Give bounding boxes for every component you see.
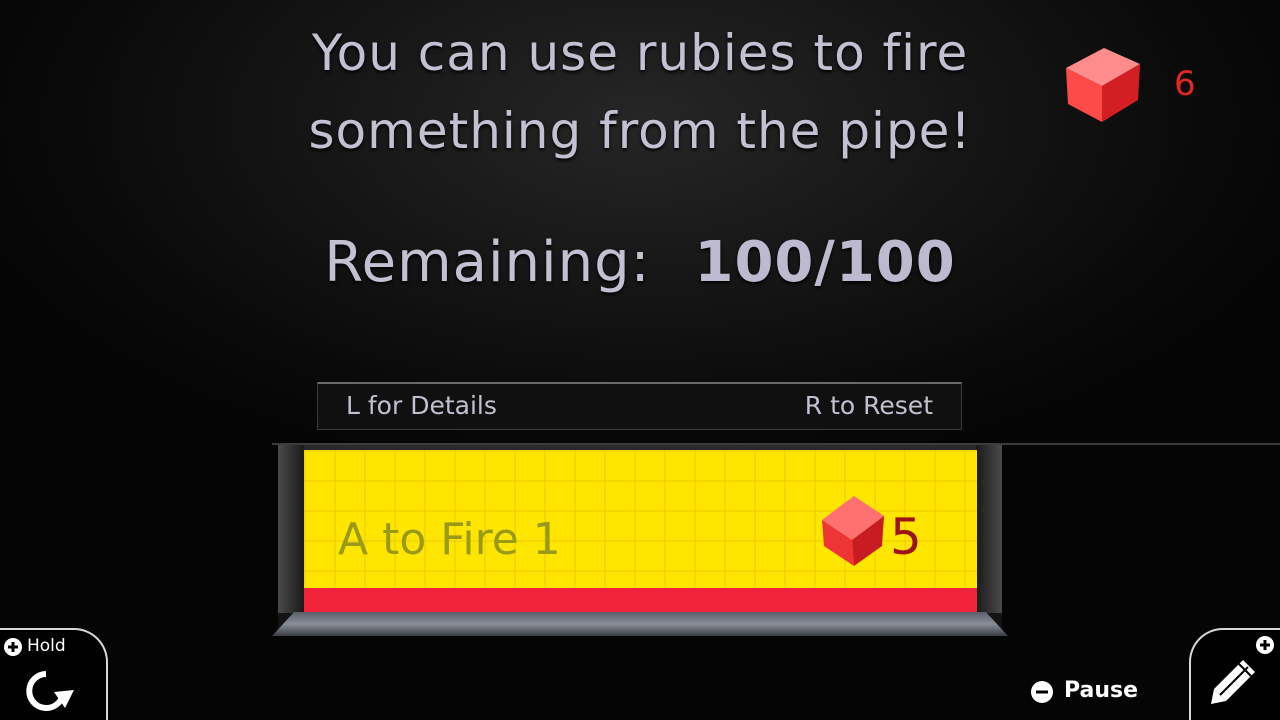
fire-cost: 5 xyxy=(890,508,922,566)
pause-label: Pause xyxy=(1064,678,1139,703)
edit-button[interactable] xyxy=(1189,628,1280,720)
rotate-icon xyxy=(26,671,74,711)
message-line-1: You can use rubies to fire xyxy=(311,24,969,82)
remaining-label: Remaining: xyxy=(324,230,651,295)
plus-button-icon xyxy=(1256,636,1274,654)
ruby-count: 6 xyxy=(1174,64,1196,104)
frame-floor xyxy=(272,612,1008,636)
ruby-icon xyxy=(822,496,884,566)
reset-hint[interactable]: R to Reset xyxy=(805,391,933,420)
hint-bar: L for Details R to Reset xyxy=(317,382,962,430)
remaining-display: Remaining: 100/100 xyxy=(200,230,1080,295)
hold-button[interactable]: Hold xyxy=(0,628,108,720)
instruction-message: You can use rubies to fire something fro… xyxy=(200,14,1080,170)
plus-button-icon xyxy=(4,638,22,656)
hold-label: Hold xyxy=(27,636,66,656)
minus-button-icon xyxy=(1031,681,1053,703)
fire-option-label: A to Fire 1 xyxy=(338,514,561,565)
message-line-2: something from the pipe! xyxy=(308,102,972,160)
frame-right xyxy=(976,445,1002,613)
ruby-icon xyxy=(1066,48,1140,122)
details-hint[interactable]: L for Details xyxy=(346,391,497,420)
remaining-value: 100/100 xyxy=(694,230,956,295)
pencil-icon xyxy=(1211,660,1255,704)
ruby-counter: 6 xyxy=(1062,42,1212,126)
panel-bottom-strip xyxy=(304,588,977,612)
game-screen: You can use rubies to fire something fro… xyxy=(0,0,1280,720)
fire-option-button[interactable]: A to Fire 1 5 xyxy=(304,450,977,612)
frame-left xyxy=(278,445,304,613)
